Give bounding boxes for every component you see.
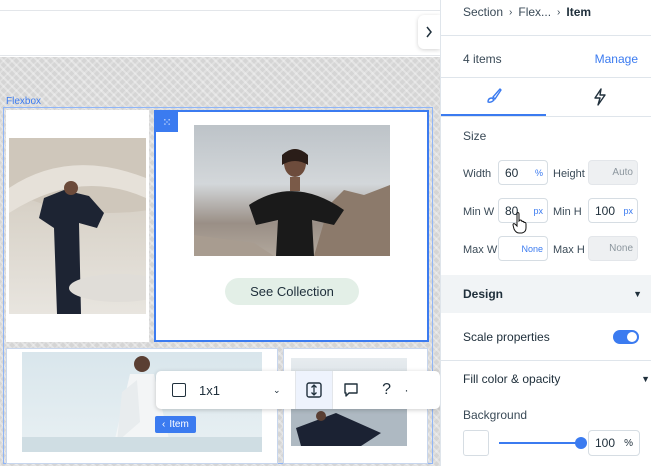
height-label: Height — [553, 168, 585, 180]
fill-color-label: Fill color & opacity — [463, 372, 561, 386]
more-button[interactable]: · — [405, 371, 417, 409]
max-width-label: Max W — [463, 244, 498, 256]
breadcrumb-flexbox[interactable]: Flex... — [518, 5, 551, 19]
see-collection-button[interactable]: See Collection — [225, 278, 359, 305]
fashion-photo-2 — [194, 125, 390, 256]
opacity-slider[interactable] — [499, 442, 581, 444]
item-tag[interactable]: ‹ Item — [155, 416, 196, 433]
chevron-right-icon: › — [509, 6, 513, 18]
width-value: 60 — [505, 165, 519, 180]
tab-design[interactable] — [441, 78, 546, 116]
min-width-unit[interactable]: px — [533, 206, 543, 216]
width-label: Width — [463, 168, 492, 180]
floating-toolbar: 1x1 ⌄ ? · — [156, 371, 440, 409]
opacity-unit: % — [624, 437, 633, 449]
flexbox-label: Flexbox — [6, 96, 42, 107]
caret-down-icon: ▼ — [641, 374, 650, 384]
paintbrush-icon — [486, 88, 502, 103]
inspector-panel: Section › Flex... › Item 4 items Manage … — [440, 0, 651, 466]
background-color-swatch[interactable] — [463, 430, 489, 456]
background-label: Background — [463, 408, 528, 422]
design-title: Design — [463, 287, 504, 301]
width-unit[interactable]: % — [535, 168, 543, 178]
panel-divider — [441, 116, 651, 117]
chevron-right-icon: › — [557, 6, 561, 18]
breadcrumb: Section › Flex... › Item — [463, 5, 591, 19]
comment-icon — [343, 383, 358, 397]
chevron-down-icon[interactable]: ⌄ — [273, 385, 281, 396]
help-button[interactable]: ? — [369, 371, 405, 409]
fashion-photo-1 — [9, 138, 146, 314]
chevron-left-icon: ‹ — [162, 419, 166, 430]
min-height-input[interactable]: 100 px — [588, 198, 638, 223]
max-width-value: None — [521, 243, 543, 254]
scale-properties-label: Scale properties — [463, 330, 550, 344]
max-height-label: Max H — [553, 244, 585, 256]
breadcrumb-section[interactable]: Section — [463, 5, 503, 19]
comment-button[interactable] — [333, 371, 369, 409]
min-height-unit[interactable]: px — [623, 206, 633, 216]
max-height-value: None — [609, 243, 633, 254]
design-section-header[interactable]: Design ▼ — [441, 275, 651, 313]
lightning-icon — [593, 88, 606, 106]
editor-root: Flexbox ⁙ See Collection ‹ Item 1x1 ⌄ ? … — [0, 0, 651, 466]
aspect-ratio-select[interactable]: 1x1 — [199, 383, 271, 398]
tab-interactions[interactable] — [547, 78, 651, 116]
height-input[interactable]: Auto — [588, 160, 638, 185]
opacity-value: 100 — [595, 436, 616, 450]
opacity-slider-fill — [499, 442, 581, 444]
drag-handle-icon[interactable]: ⁙ — [156, 112, 178, 132]
aspect-ratio-checkbox[interactable] — [172, 383, 186, 397]
width-input[interactable]: 60 % — [498, 160, 548, 185]
stretch-icon — [305, 382, 322, 398]
question-icon: ? — [382, 381, 391, 398]
opacity-input[interactable]: 100 % — [588, 430, 640, 456]
panel-divider — [441, 360, 651, 361]
opacity-slider-handle[interactable] — [575, 437, 587, 449]
more-icon: · — [404, 383, 409, 397]
chevron-right-icon — [426, 26, 432, 38]
header-section[interactable] — [0, 10, 440, 56]
min-width-label: Min W — [463, 206, 495, 218]
items-count: 4 items — [463, 52, 502, 66]
height-value: Auto — [612, 167, 633, 178]
stretch-button[interactable] — [295, 371, 332, 409]
min-height-value: 100 — [595, 203, 616, 218]
min-height-label: Min H — [553, 206, 582, 218]
max-width-input[interactable]: None — [498, 236, 548, 261]
item-tag-label: Item — [169, 419, 189, 430]
scale-properties-row: Scale properties — [463, 330, 639, 344]
editor-canvas: Flexbox ⁙ See Collection ‹ Item 1x1 ⌄ ? … — [0, 0, 440, 466]
collapse-panel-button[interactable] — [418, 15, 440, 49]
hand-cursor-icon — [512, 212, 527, 234]
fill-color-row[interactable]: Fill color & opacity ▼ — [463, 372, 650, 386]
max-height-input[interactable]: None — [588, 236, 638, 261]
size-title: Size — [463, 129, 487, 143]
scale-properties-toggle[interactable] — [613, 330, 639, 344]
manage-link[interactable]: Manage — [595, 52, 638, 66]
caret-down-icon: ▼ — [633, 289, 642, 299]
panel-divider — [441, 35, 651, 36]
canvas-top-strip — [0, 0, 440, 10]
breadcrumb-item: Item — [566, 5, 592, 19]
